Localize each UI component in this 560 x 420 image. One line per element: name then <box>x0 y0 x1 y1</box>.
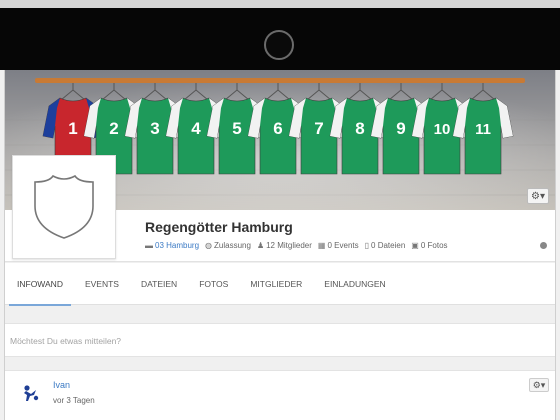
device-frame: 1 2 3 4 5 6 7 8 9 10 11 ⚙▾ Regengötter Hamburg ▬ 0… <box>0 0 560 420</box>
jersey-number: 4 <box>191 119 201 138</box>
meta-files[interactable]: ▯ 0 Dateien <box>365 241 406 250</box>
meta-photos-label[interactable]: 0 Fotos <box>421 241 448 250</box>
app-screen: 1 2 3 4 5 6 7 8 9 10 11 ⚙▾ Regengötter Hamburg ▬ 0… <box>4 70 556 420</box>
gear-icon: ⚙▾ <box>531 190 545 202</box>
meta-access: ◍ Zulassung <box>205 241 251 250</box>
jersey-number: 3 <box>150 119 159 138</box>
tab-infowand[interactable]: INFOWAND <box>9 263 71 306</box>
jersey-number: 5 <box>232 119 241 138</box>
post-author[interactable]: Ivan <box>53 380 70 390</box>
status-dot-icon <box>540 242 547 249</box>
tab-dateien[interactable]: DATEIEN <box>141 263 177 305</box>
crest-icon <box>34 174 94 239</box>
post-input[interactable] <box>10 333 410 349</box>
meta-events-label[interactable]: 0 Events <box>327 241 358 250</box>
group-tabs: INFOWAND EVENTS DATEIEN FOTOS MITGLIEDER… <box>5 263 555 306</box>
jersey-number: 7 <box>314 119 323 138</box>
jersey-number: 6 <box>273 119 282 138</box>
hanger-rail <box>35 78 525 83</box>
meta-photos[interactable]: ▣ 0 Fotos <box>411 241 447 250</box>
meta-location[interactable]: ▬ 03 Hamburg <box>145 241 199 250</box>
post-gear-button[interactable]: ⚙▾ <box>529 378 549 392</box>
group-meta: ▬ 03 Hamburg ◍ Zulassung ♟ 12 Mitglieder… <box>145 241 448 250</box>
meta-events[interactable]: ▦ 0 Events <box>318 241 359 250</box>
image-icon: ▣ <box>411 241 419 250</box>
top-strip <box>0 0 560 8</box>
jersey-number: 1 <box>68 119 77 138</box>
meta-members-label[interactable]: 12 Mitglieder <box>266 241 312 250</box>
avatar[interactable] <box>21 383 41 403</box>
post-composer <box>5 323 555 357</box>
post-time: vor 3 Tagen <box>53 396 95 405</box>
group-title: Regengötter Hamburg <box>145 219 293 235</box>
jersey-number: 11 <box>475 121 491 138</box>
jersey-number: 9 <box>396 119 405 138</box>
file-icon: ▯ <box>364 241 370 250</box>
meta-access-label: Zulassung <box>214 241 251 250</box>
feed-item: Ivan vor 3 Tagen ⚙▾ <box>5 370 555 420</box>
globe-icon: ◍ <box>205 241 213 250</box>
folder-icon: ▬ <box>145 241 153 250</box>
meta-members[interactable]: ♟ 12 Mitglieder <box>257 241 312 250</box>
jersey-number: 2 <box>109 119 118 138</box>
tab-fotos[interactable]: FOTOS <box>199 263 228 305</box>
jersey-number: 10 <box>434 121 451 138</box>
meta-files-label[interactable]: 0 Dateien <box>371 241 405 250</box>
tab-einladungen[interactable]: EINLADUNGEN <box>324 263 385 305</box>
camera-icon <box>264 30 294 60</box>
jersey-number: 8 <box>355 119 364 138</box>
tab-events[interactable]: EVENTS <box>85 263 119 305</box>
meta-location-label[interactable]: 03 Hamburg <box>155 241 199 250</box>
device-bezel <box>0 8 560 70</box>
gear-icon: ⚙▾ <box>532 379 546 390</box>
cover-gear-button[interactable]: ⚙▾ <box>527 188 549 204</box>
calendar-icon: ▦ <box>317 241 326 250</box>
group-avatar[interactable] <box>12 155 116 259</box>
tab-mitglieder[interactable]: MITGLIEDER <box>250 263 302 305</box>
users-icon: ♟ <box>256 241 265 250</box>
